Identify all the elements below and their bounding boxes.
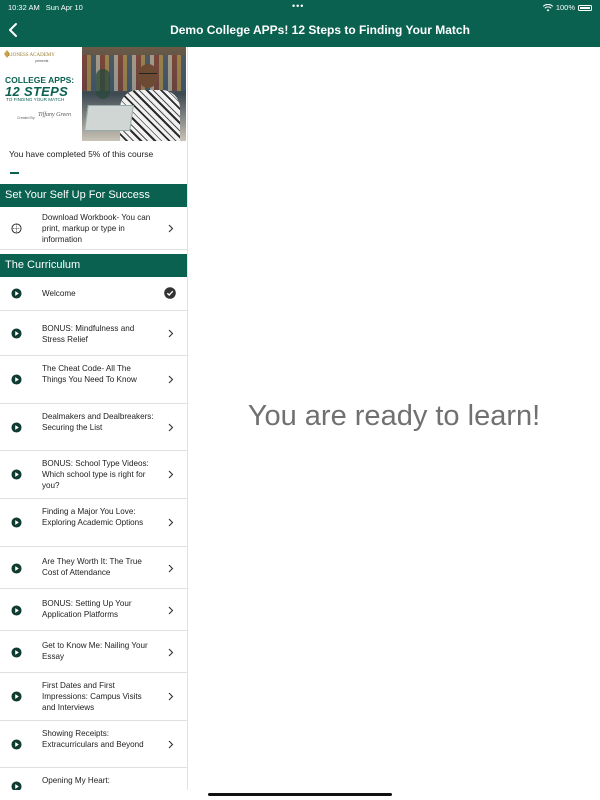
chevron-right-icon [168,648,174,657]
battery-icon [578,4,592,11]
play-icon [11,563,22,574]
lesson-label: First Dates and First Impressions: Campu… [42,681,142,712]
play-icon [11,781,22,790]
progress-fill [10,172,19,174]
lesson-label: Dealmakers and Dealbreakers: Securing th… [42,412,154,432]
play-icon [11,469,22,480]
play-icon [11,328,22,339]
chevron-right-icon [168,423,174,432]
lesson-label: Opening My Heart: [42,776,110,785]
chevron-right-icon [168,740,174,749]
status-date: Sun Apr 10 [45,3,83,12]
chevron-right-icon [168,692,174,701]
laptop [84,105,134,131]
lesson-label: BONUS: Setting Up Your Application Platf… [42,599,132,619]
lesson-label: The Cheat Code- All The Things You Need … [42,364,137,384]
lesson-label: Finding a Major You Love: Exploring Acad… [42,507,144,527]
chevron-right-icon [168,329,174,338]
check-circle-icon [164,287,176,299]
multitasking-dots-icon[interactable]: ••• [292,2,304,11]
play-icon [11,517,22,528]
section-header-curriculum: The Curriculum [0,254,187,277]
lesson-row-campus-visits[interactable]: First Dates and First Impressions: Campu… [0,673,187,721]
lesson-label: BONUS: School Type Videos: Which school … [42,459,149,490]
play-icon [11,422,22,433]
cover-line-3: TO FINDING YOUR MATCH [6,97,65,102]
home-indicator[interactable] [208,793,392,796]
lesson-row-extracurriculars[interactable]: Showing Receipts: Extracurriculars and B… [0,721,187,768]
lesson-row-cheat-code[interactable]: The Cheat Code- All The Things You Need … [0,356,187,404]
play-icon [11,691,22,702]
student-glasses [139,73,157,77]
status-bar: 10:32 AM Sun Apr 10 ••• 100% [0,0,600,14]
progress-text: You have completed 5% of this course [9,149,154,159]
cover-text-panel: LIONESS ACADEMY presents COLLEGE APPS: 1… [0,47,82,141]
lesson-label: Welcome [42,289,76,298]
chevron-right-icon [168,606,174,615]
app-window: 10:32 AM Sun Apr 10 ••• 100% Demo College… [0,0,600,800]
academy-name: LIONESS ACADEMY [8,53,55,58]
chevron-right-icon [168,224,174,233]
lesson-label: Are They Worth It: The True Cost of Atte… [42,557,142,577]
cover-created-by: Created By: [17,116,36,120]
battery-percent: 100% [555,3,575,12]
lesson-row-dealmakers[interactable]: Dealmakers and Dealbreakers: Securing th… [0,404,187,451]
progress-bar [10,172,180,174]
lesson-label: Download Workbook- You can print, markup… [42,213,151,244]
play-icon [11,647,22,658]
lesson-label: Get to Know Me: Nailing Your Essay [42,641,148,661]
page-title: Demo College APPs! 12 Steps to Finding Y… [170,23,470,37]
play-icon [11,374,22,385]
lesson-row-application-platforms[interactable]: BONUS: Setting Up Your Application Platf… [0,589,187,631]
back-button[interactable] [6,21,22,39]
wifi-icon [542,3,553,11]
chevron-right-icon [168,375,174,384]
play-icon [11,739,22,750]
lesson-label: BONUS: Mindfulness and Stress Relief [42,324,135,344]
status-right: 100% [542,3,592,12]
play-icon [11,288,22,299]
chevron-right-icon [168,470,174,479]
academy-presents: presents [35,59,49,63]
lesson-row-opening-heart[interactable]: Opening My Heart: [0,768,187,790]
course-sidebar[interactable]: LIONESS ACADEMY presents COLLEGE APPS: 1… [0,47,188,790]
chevron-left-icon [9,23,17,37]
lesson-row-welcome[interactable]: Welcome [0,277,187,311]
ready-to-learn-message: You are ready to learn! [247,400,541,432]
play-icon [11,605,22,616]
course-cover-image: LIONESS ACADEMY presents COLLEGE APPS: 1… [0,47,186,141]
top-header: 10:32 AM Sun Apr 10 ••• 100% Demo College… [0,0,600,47]
chevron-right-icon [168,564,174,573]
lesson-row-major[interactable]: Finding a Major You Love: Exploring Acad… [0,499,187,547]
chevron-right-icon [168,518,174,527]
globe-icon [11,223,22,234]
lesson-row-download-workbook[interactable]: Download Workbook- You can print, markup… [0,207,187,250]
lesson-row-essay[interactable]: Get to Know Me: Nailing Your Essay [0,631,187,673]
lesson-row-school-type[interactable]: BONUS: School Type Videos: Which school … [0,451,187,499]
section-header-setup: Set Your Self Up For Success [0,184,187,207]
status-time: 10:32 AM Sun Apr 10 [8,3,83,12]
cover-photo [82,47,186,141]
cover-signature: Tiffany Green [38,112,71,118]
background-person [96,69,110,99]
lesson-row-mindfulness[interactable]: BONUS: Mindfulness and Stress Relief [0,311,187,356]
lesson-label: Showing Receipts: Extracurriculars and B… [42,729,144,749]
lesson-row-cost[interactable]: Are They Worth It: The True Cost of Atte… [0,547,187,589]
